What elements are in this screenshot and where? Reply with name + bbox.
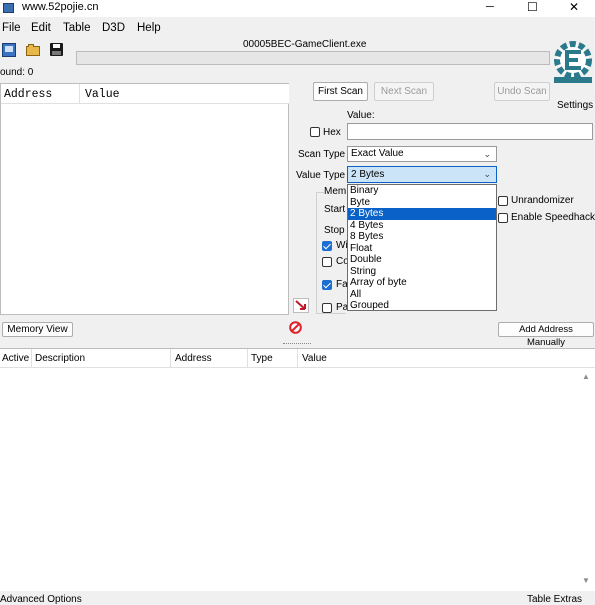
dropdown-option-8-bytes[interactable]: 8 Bytes (348, 231, 496, 243)
undo-scan-button[interactable]: Undo Scan (494, 82, 550, 101)
dropdown-option-binary[interactable]: Binary (348, 185, 496, 197)
splitter-grip[interactable] (283, 343, 311, 346)
save-icon[interactable] (50, 43, 63, 56)
add-selected-arrow-icon[interactable] (293, 298, 309, 313)
fast-scan-label: Fa (336, 279, 348, 290)
writable-checkbox[interactable] (322, 241, 332, 251)
address-table[interactable]: Active Description Address Type Value ▲ … (0, 348, 595, 592)
scan-type-select[interactable]: Exact Value ⌄ (347, 146, 497, 162)
vertical-scrollbar[interactable]: ▲ ▼ (578, 368, 594, 590)
close-button[interactable]: ✕ (569, 0, 579, 14)
value-type-value: 2 Bytes (351, 169, 385, 180)
menu-help[interactable]: Help (137, 22, 161, 34)
open-file-icon[interactable] (26, 44, 41, 56)
header-divider (31, 349, 32, 367)
open-process-icon[interactable] (2, 43, 16, 57)
maximize-button[interactable]: ☐ (527, 0, 538, 14)
value-label: Value: (347, 110, 375, 121)
scan-type-label: Scan Type (298, 149, 346, 160)
menu-edit[interactable]: Edit (31, 22, 51, 34)
header-active[interactable]: Active (2, 353, 29, 364)
enable-speedhack-label: Enable Speedhack (511, 212, 595, 223)
advanced-options-link[interactable]: Advanced Options (0, 594, 82, 605)
header-description[interactable]: Description (35, 353, 85, 364)
unrandomizer-checkbox[interactable] (498, 196, 508, 206)
fast-scan-checkbox[interactable] (322, 280, 332, 290)
dropdown-option-all[interactable]: All (348, 289, 496, 301)
scroll-up-icon[interactable]: ▲ (582, 372, 590, 381)
scroll-down-icon[interactable]: ▼ (582, 576, 590, 585)
add-address-manually-button[interactable]: Add Address Manually (498, 322, 594, 348)
start-label: Start (324, 204, 346, 215)
value-type-select[interactable]: 2 Bytes ⌄ (347, 166, 497, 183)
settings-label[interactable]: Settings (557, 100, 593, 111)
window-title: www.52pojie.cn (22, 1, 99, 13)
next-scan-button[interactable]: Next Scan (374, 82, 434, 101)
pause-game-checkbox[interactable] (322, 303, 332, 313)
first-scan-button[interactable]: First Scan (313, 82, 368, 101)
address-table-header: Active Description Address Type Value (0, 349, 595, 368)
found-count-label: ound: 0 (0, 67, 34, 78)
hex-checkbox[interactable] (310, 127, 320, 137)
dropdown-option-grouped[interactable]: Grouped (348, 300, 496, 312)
unrandomizer-label: Unrandomizer (511, 195, 574, 206)
table-extras-link[interactable]: Table Extras (527, 594, 582, 605)
cheat-engine-logo-icon[interactable] (551, 40, 593, 86)
header-value[interactable]: Value (302, 353, 327, 364)
title-bar: www.52pojie.cn ─ ☐ ✕ (0, 0, 595, 17)
value-type-dropdown[interactable]: Binary Byte 2 Bytes 4 Bytes 8 Bytes Floa… (347, 184, 497, 311)
menu-file[interactable]: File (2, 22, 21, 34)
memory-options-label: Mem (324, 186, 349, 197)
results-header-value[interactable]: Value (85, 88, 120, 101)
header-divider (297, 349, 298, 367)
dropdown-option-4-bytes[interactable]: 4 Bytes (348, 220, 496, 232)
dropdown-option-array-of-byte[interactable]: Array of byte (348, 277, 496, 289)
results-header: Address Value (1, 84, 289, 104)
header-divider (170, 349, 171, 367)
stop-label: Stop (324, 225, 345, 236)
value-type-label: Value Type (296, 170, 346, 181)
dropdown-option-byte[interactable]: Byte (348, 197, 496, 209)
memory-view-button[interactable]: Memory View (2, 322, 73, 337)
minimize-button[interactable]: ─ (486, 1, 494, 13)
header-address[interactable]: Address (175, 353, 212, 364)
enable-speedhack-checkbox[interactable] (498, 213, 508, 223)
chevron-down-icon: ⌄ (483, 149, 491, 159)
results-list[interactable]: Address Value (0, 83, 289, 315)
dropdown-option-double[interactable]: Double (348, 254, 496, 266)
footer-bar: Advanced Options Table Extras (0, 591, 595, 605)
scan-type-value: Exact Value (351, 148, 404, 159)
dropdown-option-2-bytes[interactable]: 2 Bytes (348, 208, 496, 220)
writable-label: Wi (336, 240, 348, 251)
results-header-address[interactable]: Address (4, 88, 52, 101)
dropdown-option-float[interactable]: Float (348, 243, 496, 255)
hex-label: Hex (323, 127, 341, 138)
header-divider (247, 349, 248, 367)
process-title: 00005BEC-GameClient.exe (243, 39, 367, 50)
menu-bar: File Edit Table D3D Help (0, 19, 595, 37)
chevron-down-icon: ⌄ (483, 169, 491, 179)
value-input[interactable] (347, 123, 593, 140)
results-header-divider (79, 84, 80, 103)
menu-table[interactable]: Table (63, 22, 91, 34)
progress-bar (76, 51, 550, 65)
stop-icon[interactable] (289, 321, 302, 334)
app-icon (3, 3, 14, 13)
menu-d3d[interactable]: D3D (102, 22, 125, 34)
dropdown-option-string[interactable]: String (348, 266, 496, 278)
header-type[interactable]: Type (251, 353, 273, 364)
copy-on-write-checkbox[interactable] (322, 257, 332, 267)
